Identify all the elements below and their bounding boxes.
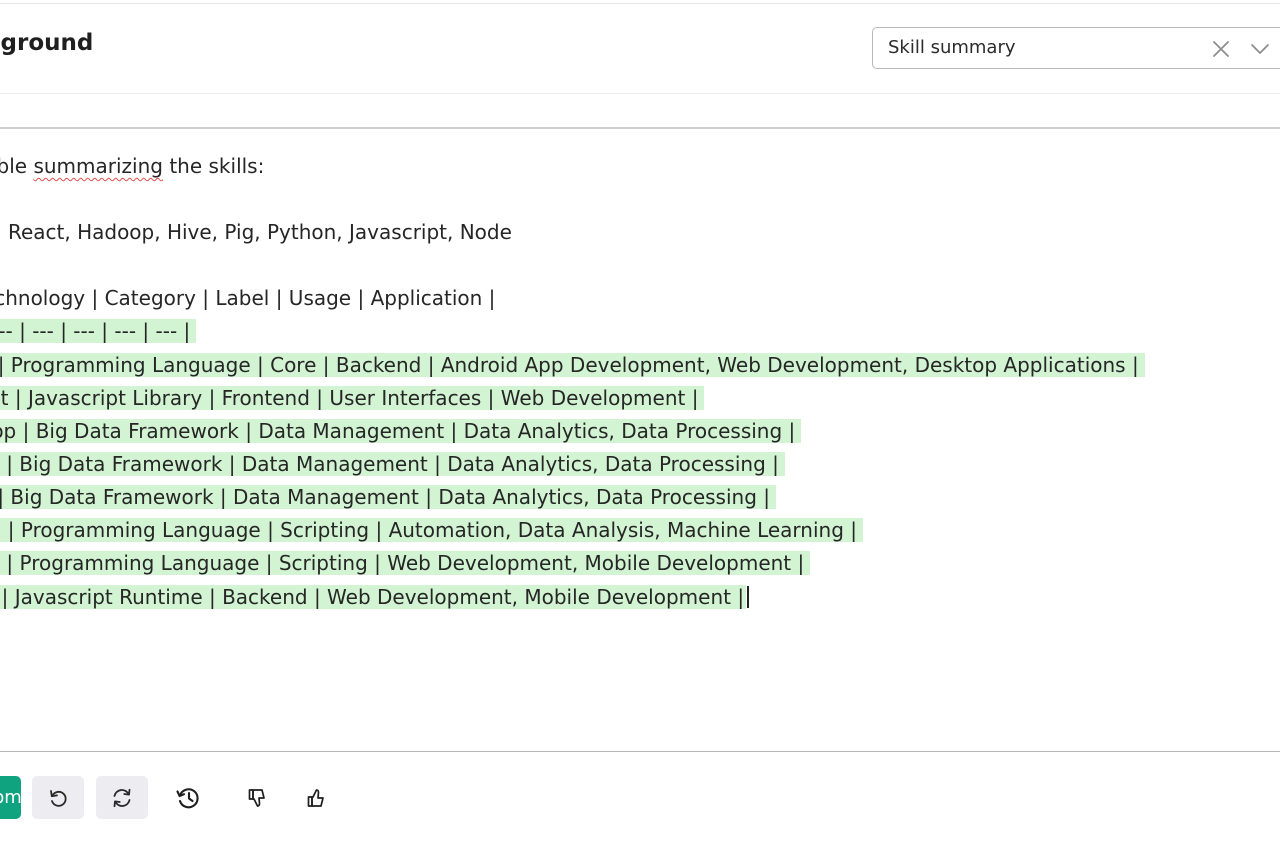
skills-line: Java, React, Hadoop, Hive, Pig, Python, … xyxy=(0,220,512,244)
table-row: | React | Javascript Library | Frontend … xyxy=(0,384,705,412)
thumbs-down-icon xyxy=(248,788,265,807)
undo-icon xyxy=(50,789,67,807)
table-row: | Java | Programming Language | Core | B… xyxy=(0,351,1145,379)
undo-button[interactable] xyxy=(32,776,84,819)
prompt-prefix: Create a table xyxy=(0,154,28,178)
table-separator-line: | --- | --- | --- | --- | --- | xyxy=(0,317,197,345)
submit-button[interactable]: Submit xyxy=(0,776,21,819)
prompt-line: Create a table summarizing the skills: xyxy=(0,152,264,180)
top-border xyxy=(0,3,1280,4)
prompt-editor[interactable]: Create a table summarizing the skills: J… xyxy=(0,129,1280,751)
thumbs-up-button[interactable] xyxy=(290,776,342,819)
table-header-line: | Technology | Category | Label | Usage … xyxy=(0,286,496,310)
misspelled-word: summarizing xyxy=(33,154,163,178)
table-row: | Python | Programming Language | Script… xyxy=(0,516,863,544)
chevron-down-icon[interactable] xyxy=(1249,40,1271,58)
playground-page: Playground Skill summary Create a table … xyxy=(0,0,1280,853)
prompt-suffix: the skills: xyxy=(162,154,265,178)
regenerate-button[interactable] xyxy=(96,776,148,819)
table-row: | Hive | Big Data Framework | Data Manag… xyxy=(0,450,785,478)
history-button[interactable] xyxy=(162,776,214,819)
text-cursor xyxy=(747,586,750,608)
bottom-toolbar: Submit xyxy=(0,752,1280,853)
page-title: Playground xyxy=(0,30,94,56)
table-row: | Javascript | Programming Language | Sc… xyxy=(0,549,811,577)
regenerate-icon xyxy=(113,788,131,807)
table-row: | Pig | Big Data Framework | Data Manage… xyxy=(0,483,776,511)
header-divider xyxy=(0,93,1280,94)
thumbs-up-icon xyxy=(307,788,324,807)
history-icon xyxy=(176,787,199,808)
preset-select[interactable]: Skill summary xyxy=(872,27,1280,69)
thumbs-down-button[interactable] xyxy=(231,776,283,819)
table-row: | Node | Javascript Runtime | Backend | … xyxy=(0,583,750,611)
table-row: | Hadoop | Big Data Framework | Data Man… xyxy=(0,417,802,445)
preset-selected-value: Skill summary xyxy=(888,37,1016,58)
last-row-text: | Node | Javascript Runtime | Backend | … xyxy=(0,585,747,609)
clear-icon[interactable] xyxy=(1211,39,1231,59)
